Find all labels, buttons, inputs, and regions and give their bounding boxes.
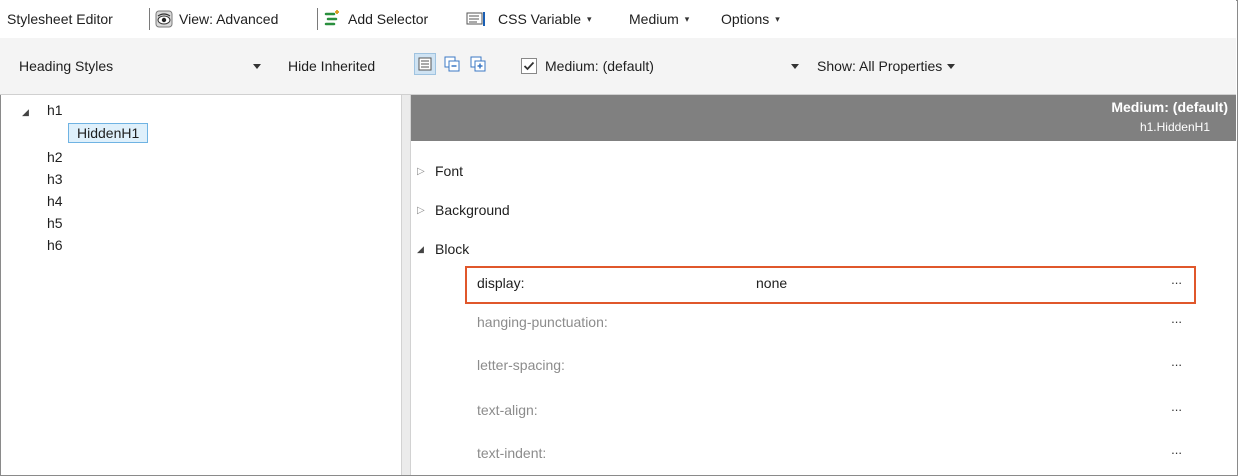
toolbar-separator	[317, 8, 318, 30]
medium-header-title: Medium: (default)	[1111, 99, 1228, 115]
group-font-label: Font	[435, 163, 464, 179]
more-button[interactable]: ...	[1171, 311, 1182, 326]
css-variable-dropdown[interactable]: CSS Variable ▾	[466, 8, 592, 30]
pane-splitter[interactable]	[401, 95, 411, 475]
property-name: letter-spacing:	[477, 357, 565, 373]
add-selector-label: Add Selector	[348, 11, 429, 27]
medium-dropdown[interactable]: Medium ▾	[629, 8, 689, 30]
expand-all-button[interactable]	[467, 53, 489, 75]
add-selector-button[interactable]: Add Selector	[323, 8, 428, 30]
property-row-hanging-punctuation[interactable]: hanging-punctuation: ...	[465, 305, 1196, 343]
selector-tree: ◢ h1 HiddenH1 h2 h3 h4 h5 h6	[1, 95, 401, 475]
main-toolbar: Stylesheet Editor View: Advanced Add Sel…	[0, 0, 1236, 39]
view-advanced-button[interactable]: View: Advanced	[155, 8, 278, 30]
editor-title: Stylesheet Editor	[7, 11, 113, 27]
collapse-triangle-icon: ◢	[22, 107, 29, 117]
secondary-toolbar: Heading Styles Hide Inherited Medium: (d…	[0, 38, 1236, 95]
group-background-label: Background	[435, 202, 510, 218]
medium-checkbox-label: Medium: (default)	[545, 58, 654, 74]
options-label: Options	[721, 11, 770, 27]
stylesheet-select-value: Heading Styles	[19, 58, 114, 74]
property-name: display:	[477, 275, 525, 291]
medium-header: Medium: (default) h1.HiddenH1	[411, 95, 1236, 141]
chevron-down-icon: ▾	[684, 13, 690, 24]
property-name: text-indent:	[477, 445, 547, 461]
collapse-icon	[444, 56, 460, 72]
tree-item-h1[interactable]: h1	[47, 100, 63, 120]
checkmark-icon	[523, 61, 535, 71]
medium-checkbox[interactable]	[521, 58, 537, 74]
tree-item-h4[interactable]: h4	[47, 191, 63, 211]
chevron-down-icon: ▾	[587, 13, 592, 24]
stylesheet-select[interactable]: Heading Styles	[19, 55, 261, 77]
tree-item-hiddenh1[interactable]: HiddenH1	[68, 123, 149, 143]
chevron-down-icon	[791, 64, 799, 69]
property-name: text-align:	[477, 402, 538, 418]
property-row-text-align[interactable]: text-align: ...	[465, 393, 1196, 431]
group-block[interactable]: ◢ Block	[417, 238, 469, 260]
more-button[interactable]: ...	[1171, 442, 1182, 457]
medium-header-selector: h1.HiddenH1	[1139, 120, 1210, 134]
show-properties-dropdown[interactable]: Show: All Properties	[817, 55, 956, 77]
toolbar-separator	[149, 8, 150, 30]
group-font[interactable]: ▷ Font	[417, 160, 463, 182]
chevron-down-icon: ▾	[775, 13, 780, 24]
collapse-triangle-icon: ◢	[417, 243, 424, 254]
chevron-down-icon	[947, 63, 956, 69]
properties-view-icon	[417, 56, 433, 72]
property-name: hanging-punctuation:	[477, 314, 608, 330]
property-value[interactable]: none	[756, 275, 787, 291]
expand-icon	[470, 56, 486, 72]
css-variable-icon	[466, 10, 488, 28]
tree-item-h2[interactable]: h2	[47, 147, 63, 167]
css-variable-label: CSS Variable	[498, 11, 582, 27]
property-row-letter-spacing[interactable]: letter-spacing: ...	[465, 348, 1196, 386]
properties-view-button[interactable]	[414, 53, 436, 75]
view-icon	[155, 10, 173, 28]
medium-label: Medium	[629, 11, 679, 27]
collapse-all-button[interactable]	[441, 53, 463, 75]
group-background[interactable]: ▷ Background	[417, 199, 510, 221]
tree-item-h5[interactable]: h5	[47, 213, 63, 233]
more-button[interactable]: ...	[1171, 354, 1182, 369]
hide-inherited-button[interactable]: Hide Inherited	[288, 55, 375, 77]
view-advanced-label: View: Advanced	[179, 11, 279, 27]
expand-triangle-icon: ▷	[417, 165, 425, 177]
add-selector-icon	[323, 10, 341, 28]
property-pane: Medium: (default) h1.HiddenH1 ▷ Font ▷ B…	[411, 95, 1236, 475]
expand-triangle-icon: ▷	[417, 204, 425, 216]
property-row-display[interactable]: display: none ...	[465, 266, 1196, 304]
property-row-text-indent[interactable]: text-indent: ...	[465, 436, 1196, 474]
show-properties-label: Show: All Properties	[817, 58, 943, 74]
hide-inherited-label: Hide Inherited	[288, 58, 376, 74]
group-block-label: Block	[435, 241, 470, 257]
options-dropdown[interactable]: Options ▾	[721, 8, 780, 30]
more-button[interactable]: ...	[1171, 399, 1182, 414]
chevron-down-icon	[253, 64, 261, 69]
tree-expander[interactable]: ◢	[22, 100, 29, 120]
tree-item-h3[interactable]: h3	[47, 169, 63, 189]
medium-checkbox-select[interactable]: Medium: (default)	[521, 55, 799, 77]
more-button[interactable]: ...	[1171, 272, 1182, 287]
tree-item-h6[interactable]: h6	[47, 235, 63, 255]
